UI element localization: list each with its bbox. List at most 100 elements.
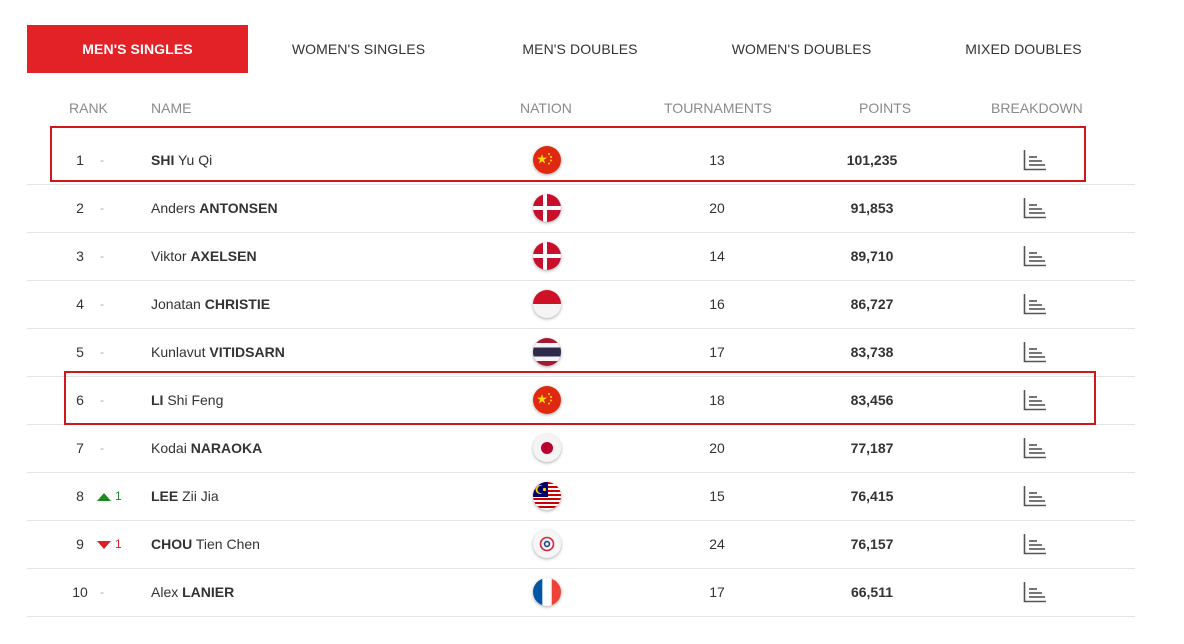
rank: 1 [76,152,84,168]
rank-change: - [100,153,104,167]
rank-change: - [100,249,104,263]
header-name: NAME [151,100,192,116]
player-name[interactable]: Kodai NARAOKA [151,425,451,471]
tab-mens-singles[interactable]: MEN'S SINGLES [27,25,248,73]
player-given-name: Zii Jia [178,488,219,504]
triangle-down-icon [97,540,111,549]
denmark-flag-icon [533,194,561,222]
table-row: 3 - Viktor AXELSEN 14 89,710 [27,233,1135,281]
player-given-name: Kunlavut [151,344,210,360]
player-surname: AXELSEN [190,248,257,264]
player-surname: CHRISTIE [204,296,271,312]
player-given-name: Yu Qi [174,152,213,168]
tournaments-count: 17 [709,344,725,360]
player-given-name: Anders [151,200,200,216]
player-name[interactable]: Alex LANIER [151,569,451,615]
bar-chart-icon[interactable] [1023,149,1047,171]
player-name[interactable]: CHOU Tien Chen [151,521,451,567]
player-given-name: Tien Chen [192,536,260,552]
bar-chart-icon[interactable] [1023,581,1047,603]
player-surname: LEE [151,488,179,504]
table-row: 10 - Alex LANIER 17 66,511 [27,569,1135,617]
rank-change: - [100,585,104,599]
tab-womens-doubles[interactable]: WOMEN'S DOUBLES [691,25,912,73]
bar-chart-icon[interactable] [1023,485,1047,507]
header-points: POINTS [859,100,912,116]
player-name[interactable]: SHI Yu Qi [151,137,451,183]
tournaments-count: 20 [709,440,725,456]
tournaments-count: 14 [709,248,725,264]
rank: 7 [76,440,84,456]
player-name[interactable]: LI Shi Feng [151,377,451,423]
header-breakdown: BREAKDOWN [991,100,1083,116]
rank-change: - [100,393,104,407]
tab-womens-singles[interactable]: WOMEN'S SINGLES [248,25,469,73]
rank-change: 1 [97,473,137,519]
player-surname: SHI [151,152,175,168]
player-name[interactable]: Jonatan CHRISTIE [151,281,451,327]
points: 89,710 [850,248,894,264]
thailand-flag-icon [533,338,561,366]
player-surname: NARAOKA [190,440,263,456]
bar-chart-icon[interactable] [1023,341,1047,363]
denmark-flag-icon [533,242,561,270]
bar-chart-icon[interactable] [1023,197,1047,219]
player-name[interactable]: Viktor AXELSEN [151,233,451,279]
player-surname: LANIER [182,584,235,600]
points: 83,456 [850,392,894,408]
header-nation: NATION [520,100,572,116]
china-flag-icon [533,146,561,174]
chinese-taipei-flag-icon [533,530,561,558]
player-surname: LI [151,392,164,408]
table-row: 1 - SHI Yu Qi 13 101,235 [27,137,1135,185]
bar-chart-icon[interactable] [1023,293,1047,315]
points: 91,853 [850,200,894,216]
tournaments-count: 17 [709,584,725,600]
china-flag-icon [533,386,561,414]
player-surname: VITIDSARN [209,344,285,360]
bar-chart-icon[interactable] [1023,389,1047,411]
table-row: 9 1 CHOU Tien Chen 24 76,157 [27,521,1135,569]
rank-change: - [100,345,104,359]
rank: 8 [76,488,84,504]
tournaments-count: 16 [709,296,725,312]
table-row: 4 - Jonatan CHRISTIE 16 86,727 [27,281,1135,329]
points: 101,235 [846,152,898,168]
malaysia-flag-icon [533,482,561,510]
rank: 3 [76,248,84,264]
rank: 10 [72,584,88,600]
tab-mixed-doubles[interactable]: MIXED DOUBLES [912,25,1135,73]
player-given-name: Kodai [151,440,191,456]
tournaments-count: 15 [709,488,725,504]
rank-change: - [100,297,104,311]
player-given-name: Jonatan [151,296,205,312]
rank-change: 1 [97,521,137,567]
player-name[interactable]: LEE Zii Jia [151,473,451,519]
player-name[interactable]: Anders ANTONSEN [151,185,451,231]
table-row: 8 1 LEE Zii Jia 15 76,415 [27,473,1135,521]
points: 83,738 [850,344,894,360]
header-rank: RANK [69,100,108,116]
points: 66,511 [850,584,894,600]
tournaments-count: 13 [709,152,725,168]
table-header: RANK NAME NATION TOURNAMENTS POINTS BREA… [27,100,1135,122]
table-row: 5 - Kunlavut VITIDSARN 17 83,738 [27,329,1135,377]
rank: 4 [76,296,84,312]
rank-change-value: 1 [115,489,122,503]
rank-change-value: 1 [115,537,122,551]
japan-flag-icon [533,434,561,462]
category-tabs: MEN'S SINGLES WOMEN'S SINGLES MEN'S DOUB… [27,25,1135,73]
points: 77,187 [850,440,894,456]
player-name[interactable]: Kunlavut VITIDSARN [151,329,451,375]
rank: 5 [76,344,84,360]
player-surname: CHOU [151,536,193,552]
rank-change: - [100,201,104,215]
rank: 6 [76,392,84,408]
table-row: 6 - LI Shi Feng 18 83,456 [27,377,1135,425]
bar-chart-icon[interactable] [1023,437,1047,459]
player-given-name: Shi Feng [163,392,224,408]
points: 76,415 [850,488,894,504]
bar-chart-icon[interactable] [1023,245,1047,267]
bar-chart-icon[interactable] [1023,533,1047,555]
tab-mens-doubles[interactable]: MEN'S DOUBLES [469,25,691,73]
